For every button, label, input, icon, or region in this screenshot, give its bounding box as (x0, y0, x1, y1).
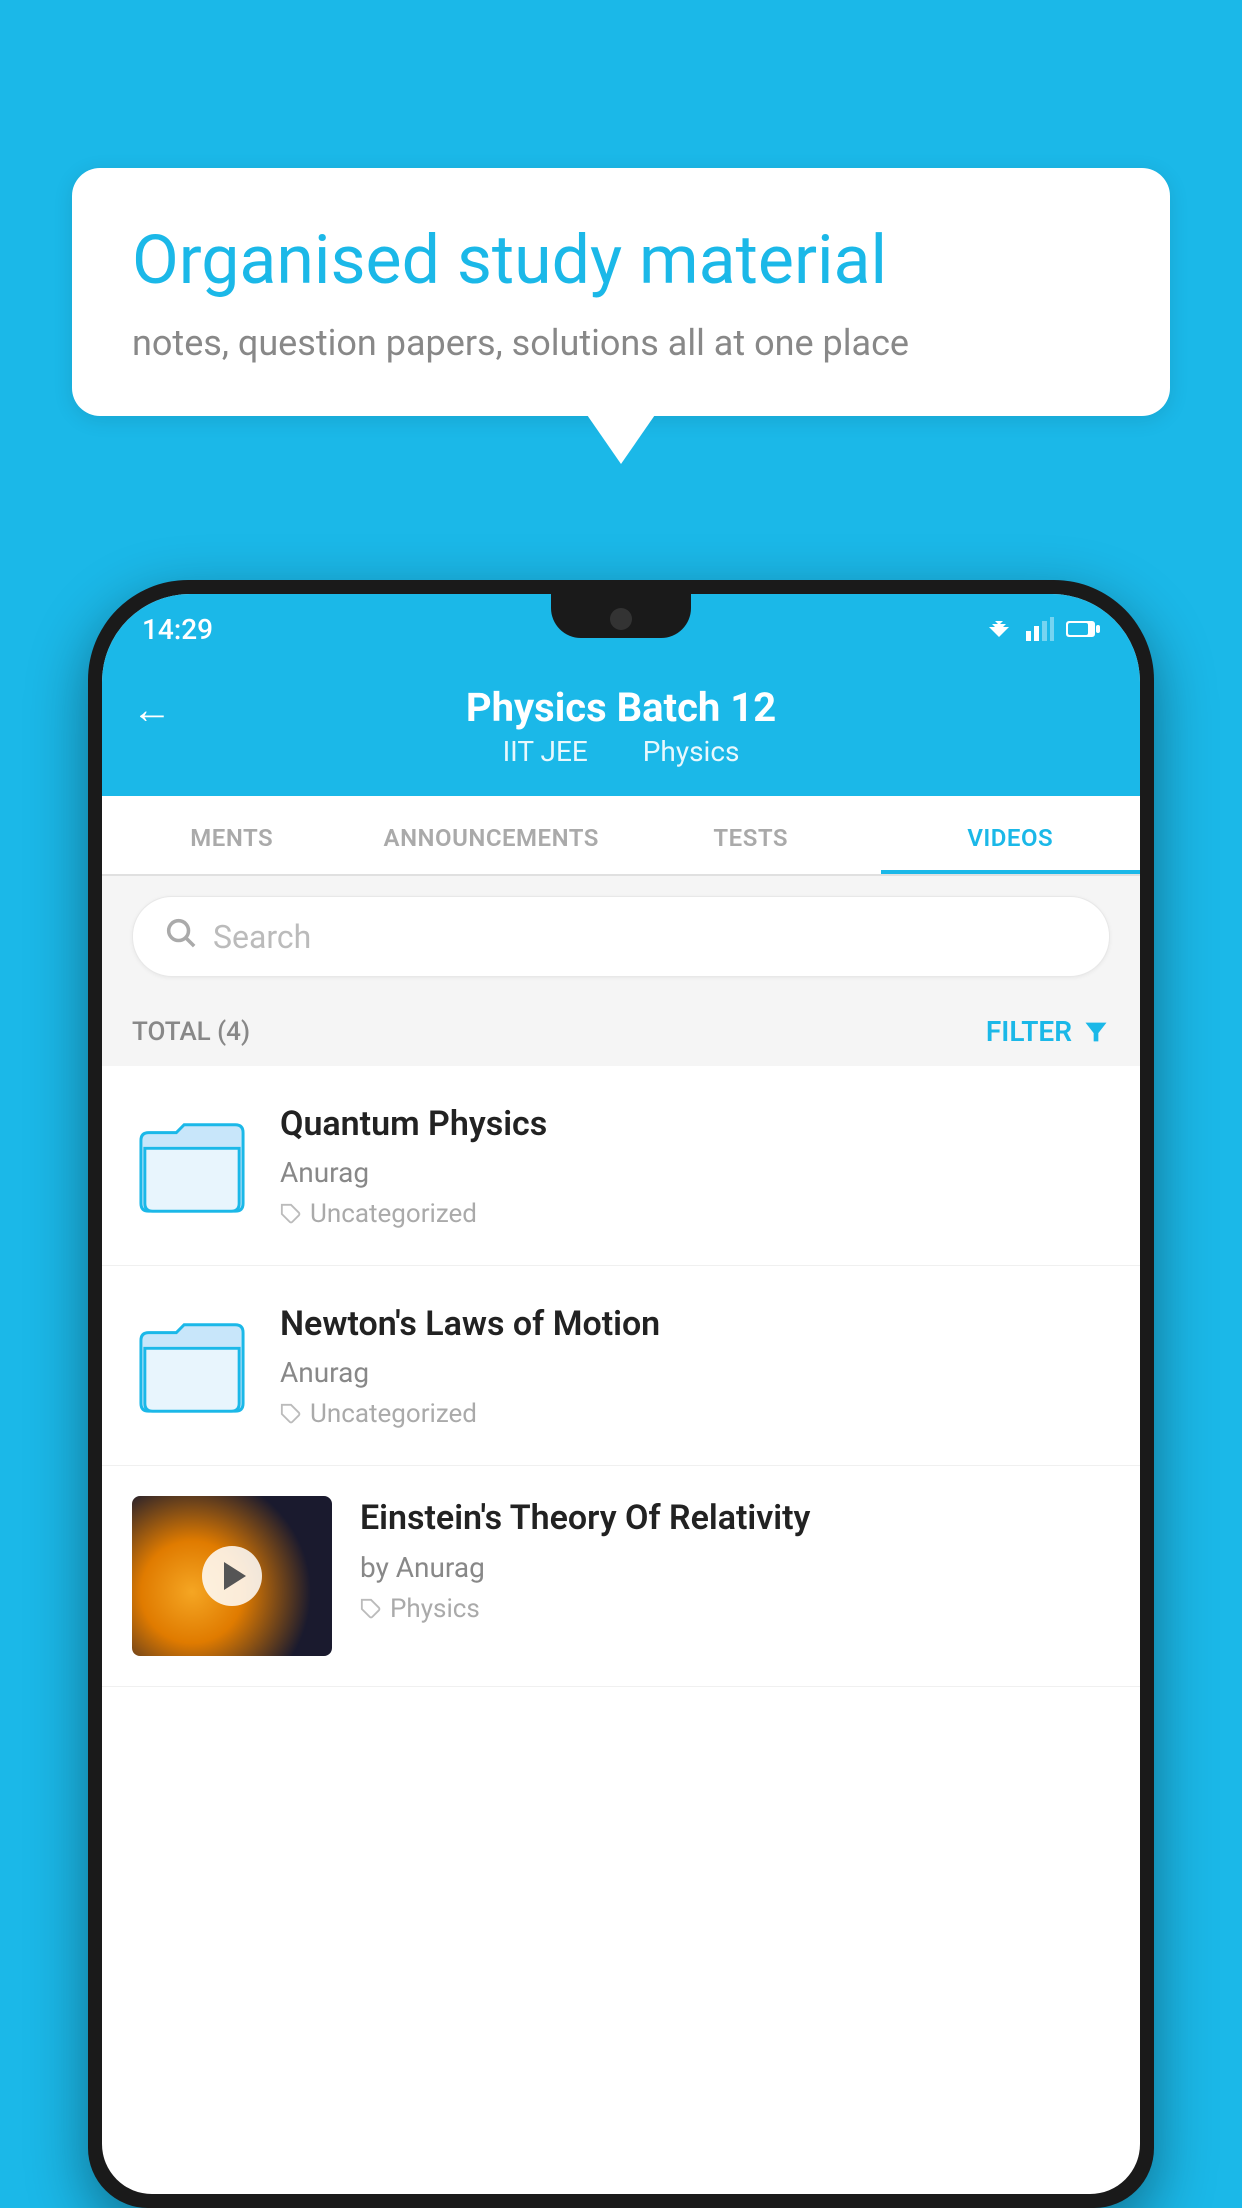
item-tag-text: Physics (390, 1594, 480, 1624)
subtitle-iit: IIT JEE (503, 735, 588, 768)
folder-icon (137, 1116, 247, 1216)
speech-bubble: Organised study material notes, question… (72, 168, 1170, 416)
item-tag: Physics (360, 1594, 1110, 1624)
list-item[interactable]: Newton's Laws of Motion Anurag Uncategor… (102, 1266, 1140, 1466)
app-bar-subtitle: IIT JEE Physics (491, 735, 752, 768)
item-title: Newton's Laws of Motion (280, 1302, 1110, 1346)
item-info: Einstein's Theory Of Relativity by Anura… (360, 1496, 1110, 1623)
item-thumbnail (132, 1311, 252, 1421)
item-author: Anurag (280, 1156, 1110, 1189)
item-title: Quantum Physics (280, 1102, 1110, 1146)
tag-icon (360, 1598, 382, 1620)
item-author: Anurag (280, 1356, 1110, 1389)
phone-screen: 14:29 (102, 594, 1140, 2194)
filter-button[interactable]: FILTER (986, 1015, 1110, 1048)
list-item[interactable]: Quantum Physics Anurag Uncategorized (102, 1066, 1140, 1266)
signal-icon (1026, 617, 1054, 641)
search-icon (163, 915, 197, 958)
tab-tests[interactable]: TESTS (621, 796, 881, 874)
filter-label: FILTER (986, 1015, 1072, 1048)
battery-icon (1066, 619, 1100, 639)
play-button[interactable] (202, 1546, 262, 1606)
folder-icon (137, 1316, 247, 1416)
phone-frame: 14:29 (88, 580, 1154, 2208)
item-tag-text: Uncategorized (310, 1399, 477, 1429)
item-tag: Uncategorized (280, 1199, 1110, 1229)
wifi-icon (984, 617, 1014, 641)
item-info: Quantum Physics Anurag Uncategorized (280, 1102, 1110, 1229)
item-title: Einstein's Theory Of Relativity (360, 1496, 1110, 1540)
tag-icon (280, 1203, 302, 1225)
tab-announcements[interactable]: ANNOUNCEMENTS (362, 796, 622, 874)
item-tag-text: Uncategorized (310, 1199, 477, 1229)
item-info: Newton's Laws of Motion Anurag Uncategor… (280, 1302, 1110, 1429)
status-time: 14:29 (142, 613, 213, 646)
bubble-title: Organised study material (132, 220, 1110, 302)
status-icons (984, 617, 1100, 641)
subtitle-physics: Physics (643, 735, 740, 768)
tab-ments[interactable]: MENTS (102, 796, 362, 874)
tab-videos[interactable]: VIDEOS (881, 796, 1141, 874)
phone-notch (551, 594, 691, 638)
filter-bar: TOTAL (4) FILTER (102, 997, 1140, 1066)
search-bar: Search (102, 876, 1140, 997)
item-tag: Uncategorized (280, 1399, 1110, 1429)
bubble-subtitle: notes, question papers, solutions all at… (132, 322, 1110, 364)
list-item[interactable]: Einstein's Theory Of Relativity by Anura… (102, 1466, 1140, 1687)
video-thumbnail (132, 1496, 332, 1656)
filter-icon (1082, 1018, 1110, 1046)
search-placeholder-text: Search (213, 918, 311, 956)
search-input-wrap[interactable]: Search (132, 896, 1110, 977)
item-author: by Anurag (360, 1551, 1110, 1584)
back-button[interactable]: ← (132, 686, 172, 733)
app-bar: ← Physics Batch 12 IIT JEE Physics (102, 664, 1140, 796)
front-camera (610, 608, 632, 630)
tag-icon (280, 1403, 302, 1425)
app-bar-title: Physics Batch 12 (466, 684, 776, 731)
tabs-bar: MENTS ANNOUNCEMENTS TESTS VIDEOS (102, 796, 1140, 876)
item-thumbnail (132, 1111, 252, 1221)
video-list: Quantum Physics Anurag Uncategorized (102, 1066, 1140, 1687)
total-count: TOTAL (4) (132, 1017, 250, 1047)
